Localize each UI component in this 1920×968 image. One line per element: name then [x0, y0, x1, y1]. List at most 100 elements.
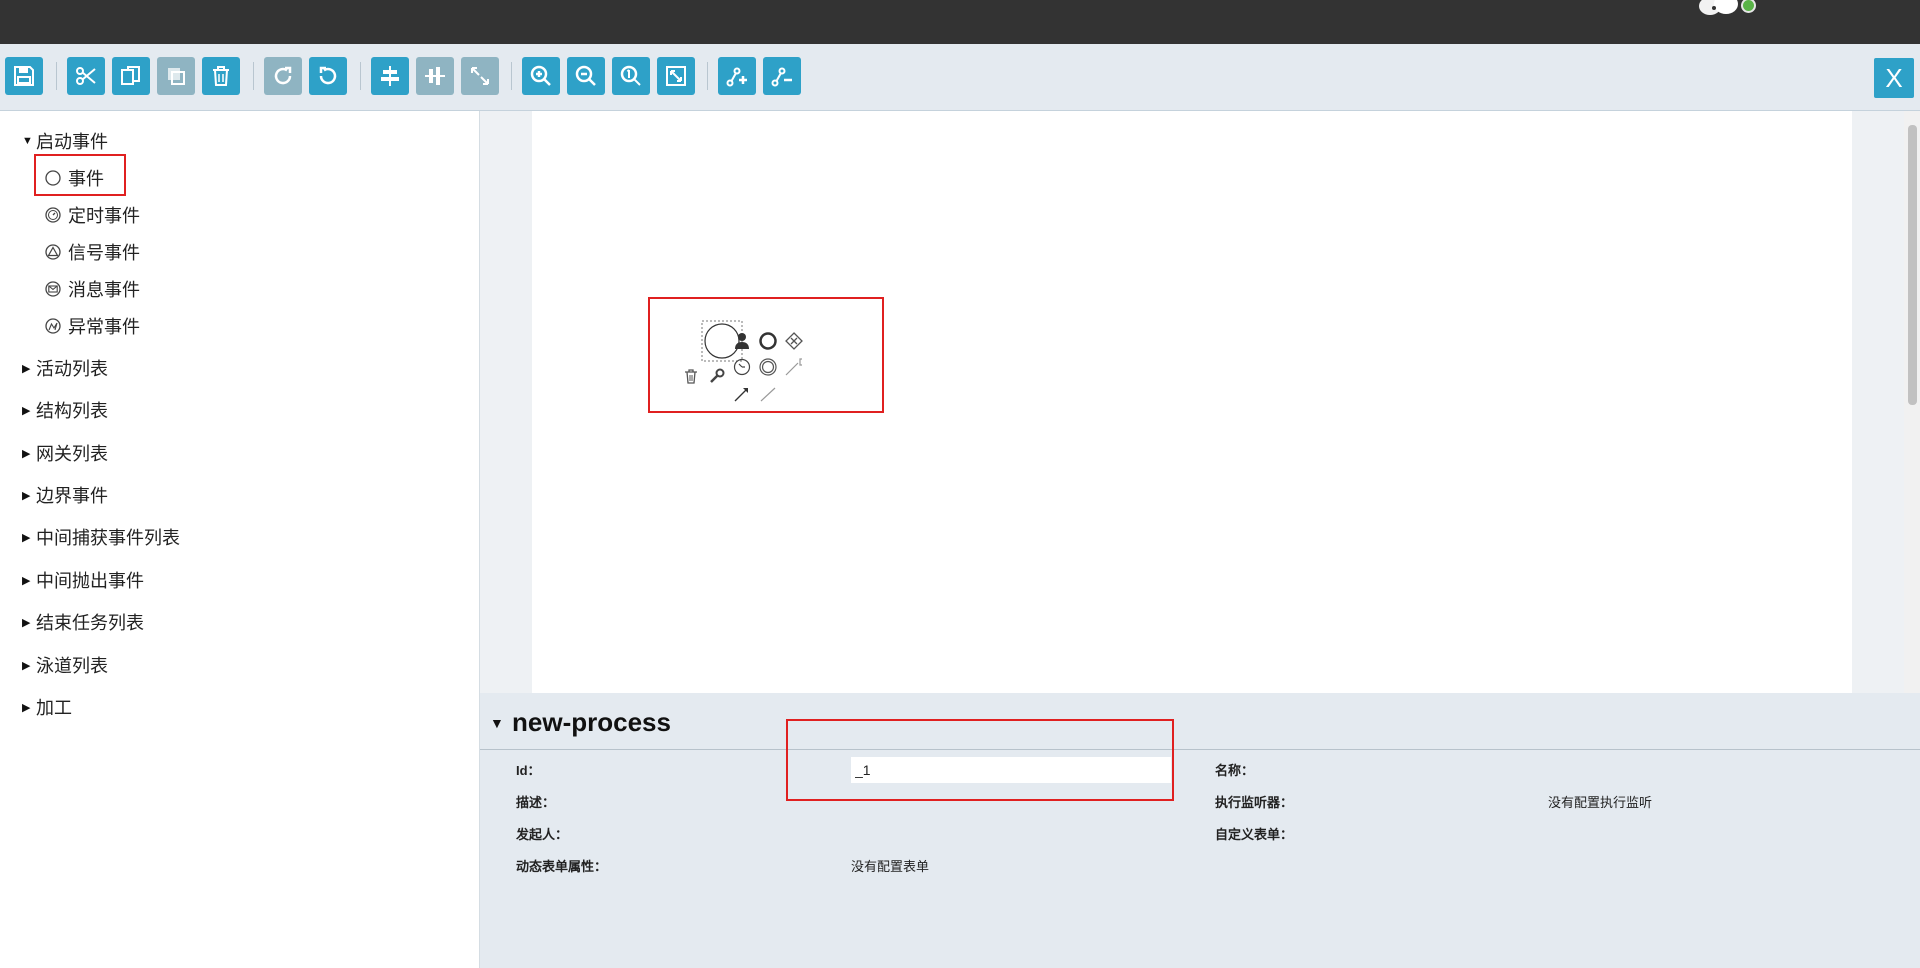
scissors-icon — [76, 67, 96, 85]
cut-button[interactable] — [67, 57, 105, 95]
execution-listener-value[interactable]: 没有配置执行监听 — [1548, 792, 1652, 811]
category-boundary-events[interactable]: ▶ 边界事件 — [22, 482, 108, 508]
message-icon — [45, 281, 61, 297]
palette-item-message-event[interactable]: 消息事件 — [44, 276, 140, 302]
resize-icon — [471, 67, 489, 85]
category-activities[interactable]: ▶ 活动列表 — [22, 355, 108, 381]
dynamic-form-label: 动态表单属性： — [516, 859, 608, 874]
top-bar — [0, 0, 1920, 44]
id-label: Id： — [516, 763, 541, 778]
process-title[interactable]: ▼ new-process — [490, 707, 671, 738]
paste-icon — [168, 68, 185, 85]
copy-icon — [121, 66, 140, 85]
palette-item-label: 信号事件 — [68, 243, 140, 263]
delete-button[interactable] — [202, 57, 240, 95]
status-online-icon — [1741, 0, 1756, 13]
zoom-actual-button[interactable] — [612, 57, 650, 95]
diagram-canvas[interactable] — [480, 111, 1920, 693]
category-label: 泳道列表 — [36, 656, 108, 676]
chevron-right-icon: ▶ — [22, 659, 31, 672]
timer-icon — [45, 207, 61, 223]
description-label: 描述： — [516, 795, 556, 810]
toolbar: X — [0, 44, 1920, 110]
trash-icon — [213, 66, 229, 86]
category-start-events[interactable]: ▼ 启动事件 — [22, 128, 108, 154]
category-swimlanes[interactable]: ▶ 泳道列表 — [22, 652, 108, 678]
toolbar-separator — [56, 62, 57, 90]
paste-button[interactable] — [157, 57, 195, 95]
copy-button[interactable] — [112, 57, 150, 95]
category-label: 结束任务列表 — [36, 613, 144, 633]
category-label: 启动事件 — [36, 132, 108, 152]
scrollbar-thumb[interactable] — [1908, 125, 1917, 405]
category-gateways[interactable]: ▶ 网关列表 — [22, 440, 108, 466]
palette-item-signal-event[interactable]: 信号事件 — [44, 239, 140, 265]
execution-listener-label: 执行监听器： — [1215, 795, 1294, 810]
initiator-label: 发起人： — [516, 827, 569, 842]
panel-divider — [480, 749, 1920, 750]
undo-button[interactable] — [309, 57, 347, 95]
category-intermediate-throw[interactable]: ▶ 中间抛出事件 — [22, 567, 144, 593]
save-icon — [14, 66, 34, 86]
toolbar-separator — [707, 62, 708, 90]
chevron-right-icon: ▶ — [22, 701, 31, 714]
toolbar-separator — [360, 62, 361, 90]
align-vertical-button[interactable] — [416, 57, 454, 95]
canvas-scrollbar[interactable] — [1904, 111, 1920, 693]
same-size-button[interactable] — [461, 57, 499, 95]
chevron-right-icon: ▶ — [22, 574, 31, 587]
signal-icon — [45, 244, 61, 260]
save-button[interactable] — [5, 57, 43, 95]
redo-icon — [274, 66, 292, 85]
dynamic-form-value[interactable]: 没有配置表单 — [851, 856, 929, 875]
palette-item-label: 消息事件 — [68, 280, 140, 300]
close-button[interactable]: X — [1874, 58, 1914, 98]
process-title-text: new-process — [512, 707, 671, 737]
category-label: 加工 — [36, 698, 72, 718]
zoom-out-button[interactable] — [567, 57, 605, 95]
chevron-right-icon: ▶ — [22, 531, 31, 544]
palette-item-error-event[interactable]: 异常事件 — [44, 313, 140, 339]
remove-bend-point-button[interactable] — [763, 57, 801, 95]
category-label: 中间抛出事件 — [36, 571, 144, 591]
remove-waypoint-icon — [771, 67, 792, 87]
toolbar-separator — [253, 62, 254, 90]
category-label: 中间捕获事件列表 — [36, 528, 180, 548]
user-avatar-icon[interactable] — [1696, 0, 1742, 20]
properties-panel: ▼ new-process Id： 名称： 描述： 执行监听器： 没有配置执行监… — [480, 693, 1920, 968]
category-end-events[interactable]: ▶ 结束任务列表 — [22, 609, 144, 635]
category-label: 边界事件 — [36, 486, 108, 506]
chevron-down-icon: ▼ — [22, 135, 33, 147]
highlight-box — [34, 154, 126, 196]
fit-screen-icon — [666, 66, 686, 86]
chevron-right-icon: ▶ — [22, 404, 31, 417]
zoom-in-icon — [530, 65, 551, 86]
category-intermediate-catch[interactable]: ▶ 中间捕获事件列表 — [22, 524, 180, 550]
redo-button[interactable] — [264, 57, 302, 95]
chevron-right-icon: ▶ — [22, 616, 31, 629]
custom-form-label: 自定义表单： — [1215, 827, 1294, 842]
add-bend-point-button[interactable] — [718, 57, 756, 95]
zoom-out-icon — [575, 65, 596, 86]
name-label: 名称： — [1215, 763, 1255, 778]
highlight-box — [648, 297, 884, 413]
palette-item-label: 定时事件 — [68, 206, 140, 226]
category-structures[interactable]: ▶ 结构列表 — [22, 397, 108, 423]
chevron-right-icon: ▶ — [22, 362, 31, 375]
palette-sidebar: ▼ 启动事件 事件 定时事件 信号事件 消息事件 异常事件 ▶ 活动列表 ▶ 结… — [0, 111, 480, 968]
zoom-reset-icon — [620, 65, 641, 86]
zoom-in-button[interactable] — [522, 57, 560, 95]
chevron-down-icon: ▼ — [490, 714, 504, 731]
toolbar-separator — [511, 62, 512, 90]
palette-item-timer-event[interactable]: 定时事件 — [44, 202, 140, 228]
chevron-right-icon: ▶ — [22, 489, 31, 502]
palette-item-label: 异常事件 — [68, 317, 140, 337]
category-label: 结构列表 — [36, 401, 108, 421]
highlight-box — [786, 719, 1174, 801]
add-waypoint-icon — [726, 67, 747, 87]
align-middle-icon — [425, 67, 445, 85]
category-processing[interactable]: ▶ 加工 — [22, 694, 72, 720]
align-horizontal-button[interactable] — [371, 57, 409, 95]
zoom-fit-button[interactable] — [657, 57, 695, 95]
chevron-right-icon: ▶ — [22, 447, 31, 460]
